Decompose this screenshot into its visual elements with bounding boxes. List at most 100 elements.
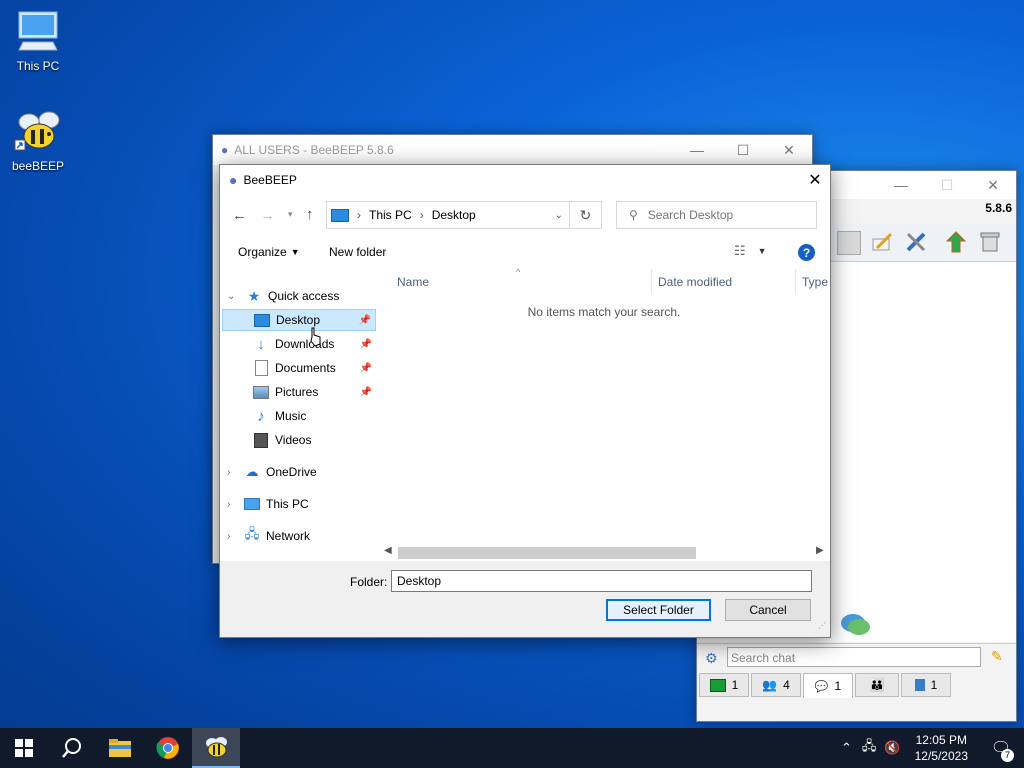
nav-downloads[interactable]: ↓ Downloads 📌 — [220, 333, 376, 355]
video-icon — [253, 432, 269, 448]
up-arrow-icon[interactable]: ↑ — [306, 206, 314, 223]
chat-search-placeholder: Search chat — [731, 651, 796, 665]
edit-icon[interactable] — [871, 231, 893, 253]
mail-icon[interactable] — [837, 231, 861, 255]
tab-groups[interactable]: 👪 — [855, 673, 899, 697]
music-icon: ♪ — [257, 407, 265, 425]
sort-up-icon: ^ — [516, 267, 521, 277]
nav-this-pc[interactable]: › This PC — [220, 493, 376, 515]
resize-grip-icon[interactable]: ⋰ — [818, 621, 826, 630]
file-explorer-button[interactable] — [96, 728, 144, 768]
nav-label: Quick access — [268, 289, 340, 303]
chat-icon: 💬 — [814, 680, 829, 693]
desktop-icon-label: This PC — [16, 59, 60, 73]
nav-music[interactable]: ♪ Music — [220, 405, 376, 427]
nav-videos[interactable]: Videos — [220, 429, 376, 451]
pin-icon[interactable]: 📌 — [360, 339, 372, 350]
breadcrumb-this-pc[interactable]: This PC — [369, 208, 412, 222]
tab-computers[interactable]: 1 — [699, 673, 749, 697]
volume-muted-icon[interactable]: 🔇 — [884, 740, 900, 756]
clock-date: 12/5/2023 — [914, 749, 968, 763]
tab-shares[interactable]: 1 — [901, 673, 951, 697]
organize-menu[interactable]: Organize ▼ — [238, 245, 300, 259]
update-icon[interactable] — [945, 231, 967, 253]
search-button[interactable] — [48, 728, 96, 768]
horizontal-scrollbar[interactable]: ◀ ▶ — [382, 544, 830, 561]
network-icon[interactable]: 🖧 — [862, 737, 877, 759]
nav-quick-access[interactable]: ⌄ ★ Quick access — [220, 285, 376, 307]
folder-label: Folder: — [350, 575, 388, 589]
document-icon — [253, 360, 269, 376]
nav-label: Desktop — [276, 313, 321, 327]
help-icon[interactable]: ? — [798, 244, 815, 261]
scrollbar-thumb[interactable] — [398, 547, 696, 559]
desktop-icon-this-pc[interactable]: This PC — [0, 10, 76, 73]
minimize-button[interactable]: — — [878, 170, 924, 200]
folder-value: Desktop — [397, 574, 442, 588]
dialog-footer: Folder: Desktop Select Folder Cancel ⋰ — [220, 561, 830, 637]
dialog-title: BeeBEEP — [243, 173, 297, 187]
new-folder-button[interactable]: New folder — [329, 245, 386, 259]
folder-icon — [109, 739, 131, 757]
search-placeholder: Search Desktop — [647, 208, 734, 222]
notification-button[interactable]: 🗨 7 — [986, 728, 1016, 768]
pin-icon[interactable]: 📌 — [359, 315, 371, 326]
chevron-up-icon[interactable]: ⌃ — [841, 740, 852, 756]
chevron-right-icon: › — [227, 530, 231, 542]
beebeep-taskbar-button[interactable] — [192, 728, 240, 768]
nav-label: Downloads — [275, 337, 335, 351]
scroll-left-icon[interactable]: ◀ — [384, 545, 392, 556]
column-type[interactable]: Type — [802, 275, 828, 289]
cursor-icon — [310, 327, 321, 347]
column-name[interactable]: Name — [397, 275, 429, 289]
broom-icon[interactable]: ✎ — [991, 648, 1003, 665]
nav-network[interactable]: › 🖧 Network — [220, 525, 376, 547]
maximize-button[interactable]: ☐ — [720, 135, 766, 165]
tab-count: 1 — [930, 678, 938, 692]
chevron-down-icon[interactable]: ⌄ — [555, 210, 563, 221]
minimize-button[interactable]: — — [674, 135, 720, 165]
cancel-button[interactable]: Cancel — [725, 599, 811, 621]
back-arrow-icon[interactable]: ← — [232, 207, 247, 224]
pin-icon[interactable]: 📌 — [360, 387, 372, 398]
close-button[interactable]: ✕ — [970, 170, 1016, 200]
view-options-button[interactable]: ☷ ▼ — [734, 243, 767, 259]
breadcrumb-desktop[interactable]: Desktop — [432, 208, 476, 222]
select-folder-button[interactable]: Select Folder — [606, 599, 711, 621]
desktop-icon-label: beeBEEP — [11, 159, 65, 173]
column-date-modified[interactable]: Date modified — [658, 275, 732, 289]
trash-icon[interactable] — [979, 231, 1001, 253]
chat-search-input[interactable]: Search chat — [727, 647, 981, 667]
nav-onedrive[interactable]: › ☁ OneDrive — [220, 461, 376, 483]
nav-desktop[interactable]: Desktop 📌 — [222, 309, 376, 331]
desktop-icon-beebeep[interactable]: beeBEEP — [0, 108, 76, 173]
groups-icon: 👪 — [869, 678, 885, 692]
forward-arrow-icon[interactable]: → — [260, 207, 275, 224]
nav-label: Music — [275, 409, 307, 423]
tools-icon[interactable] — [905, 231, 927, 253]
organize-label: Organize — [238, 245, 287, 259]
breadcrumb-separator-icon: › — [419, 208, 424, 222]
start-button[interactable] — [0, 728, 48, 768]
scroll-right-icon[interactable]: ▶ — [816, 545, 824, 556]
maximize-button[interactable]: ☐ — [924, 170, 970, 200]
pin-icon[interactable]: 📌 — [360, 363, 372, 374]
refresh-button[interactable]: ↻ — [570, 201, 602, 229]
nav-pictures[interactable]: Pictures 📌 — [220, 381, 376, 403]
close-button[interactable]: ✕ — [766, 135, 812, 165]
folder-input[interactable]: Desktop — [391, 570, 812, 592]
select-folder-dialog: ● BeeBEEP ✕ ← → ▾ ↑ › This PC › Desktop … — [219, 164, 831, 638]
chrome-button[interactable] — [144, 728, 192, 768]
tab-chats[interactable]: 💬 1 — [803, 673, 853, 698]
clock[interactable]: 12:05 PM 12/5/2023 — [915, 732, 968, 764]
desktop-folder-icon — [331, 208, 349, 222]
gear-icon[interactable]: ⚙ — [705, 650, 718, 667]
address-bar[interactable]: › This PC › Desktop ⌄ — [326, 201, 570, 229]
nav-documents[interactable]: Documents 📌 — [220, 357, 376, 379]
tab-users[interactable]: 👥 4 — [751, 673, 801, 697]
recent-chevron-icon[interactable]: ▾ — [288, 209, 293, 220]
bee-icon — [206, 737, 227, 758]
close-button[interactable]: ✕ — [800, 165, 830, 195]
tab-count: 1 — [731, 678, 739, 692]
search-input[interactable]: ⚲ Search Desktop — [616, 201, 817, 229]
